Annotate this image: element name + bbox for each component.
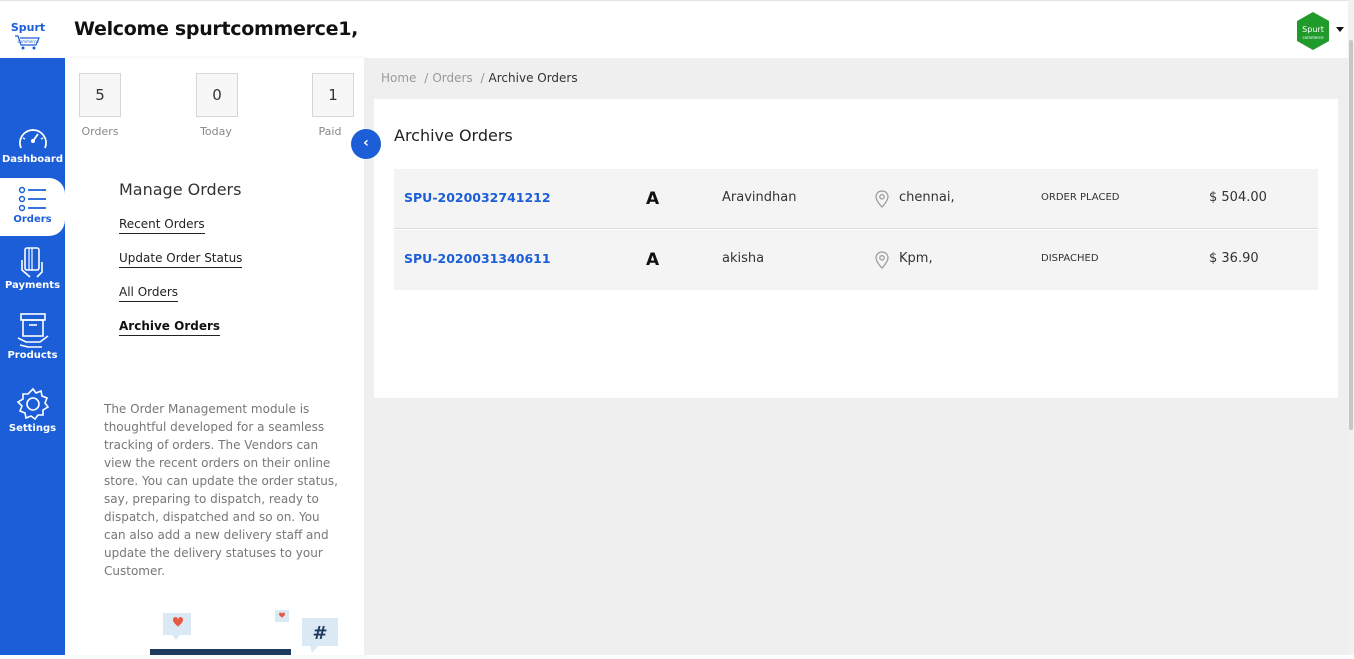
order-city: chennai, xyxy=(899,190,955,205)
rail-item-orders[interactable]: Orders xyxy=(0,178,65,236)
stat-paid-value: 1 xyxy=(312,73,354,117)
gauge-icon xyxy=(18,129,47,149)
page-scrollbar-thumb[interactable] xyxy=(1349,40,1353,430)
avatar-text: Spurt xyxy=(1302,25,1324,34)
logo-subtext: commerce xyxy=(17,39,39,44)
stat-orders-value: 5 xyxy=(79,73,121,117)
rail-label-settings: Settings xyxy=(8,423,57,434)
manage-orders-title: Manage Orders xyxy=(119,180,242,199)
customer-initial: A xyxy=(646,250,660,270)
stat-paid-label: Paid xyxy=(318,125,342,138)
customer-name: Aravindhan xyxy=(722,190,797,205)
link-archive-orders[interactable]: Archive Orders xyxy=(119,319,221,336)
order-id-link[interactable]: SPU-2020032741212 xyxy=(404,190,551,205)
link-recent-orders[interactable]: Recent Orders xyxy=(119,217,205,234)
customer-initial: A xyxy=(646,189,660,209)
module-description: The Order Management module is thoughtfu… xyxy=(104,402,338,578)
brand-logo[interactable]: Spurt commerce xyxy=(5,5,51,59)
rail-label-products: Products xyxy=(7,350,58,361)
hashtag-symbol: # xyxy=(312,623,327,644)
logo-text: Spurt xyxy=(11,21,45,34)
breadcrumb-separator: / xyxy=(480,71,485,85)
order-status: DISPACHED xyxy=(1041,253,1099,264)
page-title: Archive Orders xyxy=(394,126,513,145)
avatar-dropdown-caret-icon[interactable] xyxy=(1336,27,1344,32)
rail-label-orders: Orders xyxy=(13,214,52,225)
breadcrumb: Home / Orders / Archive Orders xyxy=(381,71,578,85)
stat-today-value: 0 xyxy=(196,73,238,117)
orders-panel: 5 Orders 0 Today 1 Paid Manage Orders Re… xyxy=(65,58,364,655)
breadcrumb-current: Archive Orders xyxy=(488,71,578,85)
avatar-subtext: commerce xyxy=(1302,35,1324,40)
user-avatar[interactable]: Spurt commerce xyxy=(1293,11,1333,51)
card-hand-icon xyxy=(20,247,43,278)
rail-item-dashboard[interactable]: Dashboard xyxy=(0,124,65,174)
rail-item-payments[interactable]: Payments xyxy=(0,246,65,296)
order-amount: $ 504.00 xyxy=(1209,190,1267,205)
archive-orders-card: Archive Orders SPU-2020032741212 A Aravi… xyxy=(374,99,1338,398)
rail-item-settings[interactable]: Settings xyxy=(0,387,65,437)
gear-icon xyxy=(16,387,49,421)
breadcrumb-orders[interactable]: Orders xyxy=(432,71,472,85)
main-content: Home / Orders / Archive Orders Archive Ord… xyxy=(364,58,1348,655)
order-id-link[interactable]: SPU-2020031340611 xyxy=(404,251,551,266)
location-pin-icon xyxy=(875,190,889,208)
list-icon xyxy=(18,186,46,212)
stat-today-label: Today xyxy=(200,125,232,138)
customer-name: akisha xyxy=(722,251,765,266)
link-all-orders[interactable]: All Orders xyxy=(119,285,179,302)
registered-mark: ® xyxy=(49,11,58,20)
box-hand-icon xyxy=(17,313,48,348)
order-row[interactable]: SPU-2020031340611 A akisha Kpm, DISPACHE… xyxy=(394,230,1318,290)
order-row[interactable]: SPU-2020032741212 A Aravindhan chennai, … xyxy=(394,169,1318,229)
order-city: Kpm, xyxy=(899,251,933,266)
rail-label-payments: Payments xyxy=(4,280,61,291)
rail-item-products[interactable]: Products xyxy=(0,312,65,367)
breadcrumb-separator: / xyxy=(424,71,429,85)
stat-orders-label: Orders xyxy=(81,125,119,138)
breadcrumb-home[interactable]: Home xyxy=(381,71,416,85)
chevron-left-icon: ‹ xyxy=(363,135,369,151)
collapse-panel-button[interactable]: ‹ xyxy=(351,129,381,159)
rail-label-dashboard: Dashboard xyxy=(2,154,63,165)
link-update-order-status[interactable]: Update Order Status xyxy=(119,251,243,268)
order-status: ORDER PLACED xyxy=(1041,192,1120,203)
welcome-message: Welcome spurtcommerce1, xyxy=(74,18,359,40)
order-amount: $ 36.90 xyxy=(1209,251,1259,266)
location-pin-icon xyxy=(875,251,889,269)
orders-illustration: # xyxy=(150,608,350,659)
top-bar: Welcome spurtcommerce1, Spurt commerce xyxy=(0,0,1354,58)
